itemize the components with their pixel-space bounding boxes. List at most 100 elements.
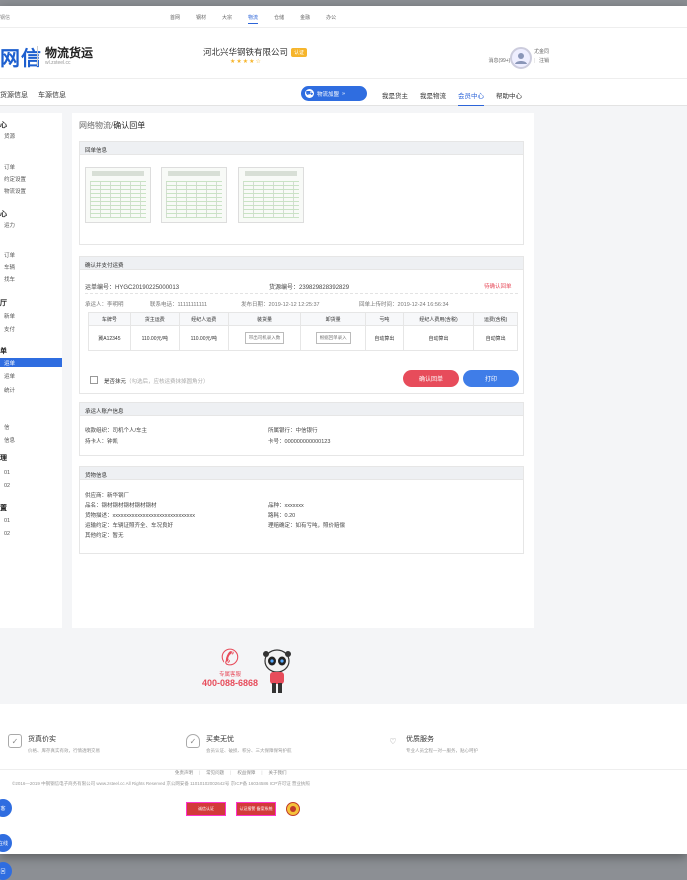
footer-links: 免责声明 | 常见问题 | 权益保障 | 关于我们 — [175, 770, 287, 776]
truck-icon: ⛟ — [305, 89, 314, 98]
sidebar-heading: 心 — [0, 211, 7, 218]
nav-member-center[interactable]: 会员中心 — [458, 90, 484, 106]
waybill-number: 运单编号：HYGC20190225000013 — [85, 282, 179, 291]
table-cell: 带出司机录入数 — [227, 325, 302, 351]
top-nav-item[interactable]: 钢材 — [196, 14, 206, 24]
sidebar-item[interactable]: 货源 — [4, 132, 15, 140]
sidebar-item[interactable]: 信息 — [4, 436, 15, 444]
column-header: 货主运费 — [129, 312, 180, 326]
company-name-text: 河北兴华钢铁有限公司 — [203, 47, 289, 57]
header: 网信 物流货运 wl.zsteel.cc 河北兴华钢铁有限公司 认证 ★★★★☆… — [0, 28, 687, 78]
sidebar-item[interactable]: 订单 — [4, 163, 15, 171]
waybill-label: 运单编号： — [85, 285, 116, 291]
payment-panel: 确认并支付运费 运单编号：HYGC20190225000013 货源编号：239… — [79, 256, 524, 394]
column-header: 装货量 — [227, 312, 302, 326]
round-off-hint: （勾选后，应核运费抹掉圆角分） — [126, 379, 209, 385]
nav-cargo-info[interactable]: 货源信息 — [0, 90, 28, 100]
sidebar-item[interactable]: 01 — [4, 518, 10, 524]
sidebar-item[interactable]: 02 — [4, 483, 10, 489]
round-off-checkbox[interactable] — [90, 376, 98, 384]
transport-terms: 运输约定：车辆证照齐全、车况良好 — [85, 523, 174, 529]
verified-badge: 认证 — [291, 47, 308, 57]
brand-domain: wl.zsteel.cc — [45, 60, 71, 66]
payment-panel-title: 确认并支付运费 — [80, 257, 523, 270]
feature-desc: 价格、库存真实有效，行情透明交易 — [28, 748, 100, 753]
cert-badge[interactable]: 认证报警 备案系统 — [236, 802, 276, 816]
cert-badge[interactable]: 诚信认证 — [186, 802, 226, 816]
receipt-thumbnail[interactable] — [238, 167, 304, 223]
features-bar: ✓ 货真价实 价格、库存真实有效，行情透明交易 ✓ 买卖无忧 会员认证、破损、积分、… — [0, 704, 687, 769]
rating-stars: ★★★★☆ — [230, 59, 262, 65]
card-number: 卡号：000000000000123 — [268, 439, 331, 445]
sidebar-heading: 厅 — [0, 300, 7, 307]
sidebar-item[interactable]: 新单 — [4, 312, 15, 320]
back-float-button[interactable]: 回 — [0, 862, 12, 880]
variety: 品种：xxxxxxx — [268, 503, 304, 509]
load-amount-input[interactable]: 带出司机录入数 — [244, 332, 285, 344]
hotline[interactable]: ✆ 专属客服 400-088-6868 — [200, 646, 260, 689]
company-name: 河北兴华钢铁有限公司 认证 — [203, 46, 308, 58]
top-nav-item[interactable]: 大宗 — [222, 14, 232, 24]
table-cell: 自动算出 — [364, 325, 404, 351]
site-logo[interactable]: 网信 — [0, 42, 42, 71]
waybill-value: HYGC20190225000013 — [115, 285, 180, 291]
column-header: 亏吨 — [364, 312, 404, 326]
main-nav: 货源信息 车源信息 ⛟ 物流加盟 » 我是货主 我是物流 会员中心 帮助中心 — [0, 78, 687, 106]
user-avatar-icon — [515, 53, 527, 64]
footer-link[interactable]: 免责声明 — [175, 770, 193, 776]
top-nav-item[interactable]: 首网 — [170, 14, 180, 24]
table-cell: 根据回单录入 — [300, 325, 366, 351]
sidebar-item[interactable]: 01 — [4, 470, 10, 476]
table-cell: 110.00元/吨 — [129, 325, 180, 351]
sidebar-item[interactable]: 信 — [4, 423, 10, 431]
nav-logistics[interactable]: 我是物流 — [420, 90, 446, 106]
sidebar-item[interactable]: 02 — [4, 531, 10, 537]
sidebar-item[interactable]: 订单 — [4, 251, 15, 259]
top-nav-item[interactable]: 办公 — [326, 14, 336, 24]
sidebar-item[interactable]: 统计 — [4, 386, 15, 394]
sidebar-item[interactable]: 约定设置 — [4, 175, 26, 183]
sidebar-item[interactable]: 运单 — [4, 372, 15, 380]
sidebar-item[interactable]: 车辆 — [4, 263, 15, 271]
top-nav-item[interactable]: 仓储 — [274, 14, 284, 24]
sidebar-item-active[interactable]: 运单 — [0, 358, 62, 367]
payee-org: 收款组织：司机个人/车主 — [85, 428, 148, 434]
sidebar-heading: 置 — [0, 505, 7, 512]
police-emblem-icon[interactable] — [286, 802, 300, 816]
goods-desc: 货物描述：xxxxxxxxxxxxxxxxxxxxxxxxxxxxxx — [85, 513, 196, 519]
footer-link[interactable]: 关于我们 — [269, 770, 287, 776]
top-nav-item-active[interactable]: 物流 — [248, 14, 259, 24]
confirm-receipt-button[interactable]: 确认回单 — [403, 370, 459, 387]
receipt-thumbnail[interactable] — [161, 167, 227, 223]
account-panel-title: 承运人账户信息 — [80, 403, 523, 416]
goods-panel: 货物信息 供应商：新华钢厂 品名：钢材钢材钢材钢材钢材 货物描述：xxxxxxx… — [79, 466, 524, 554]
footer-link[interactable]: 权益保障 — [237, 770, 255, 776]
sidebar-item[interactable]: 运力 — [4, 221, 15, 229]
logistics-join-label: 物流加盟 — [317, 91, 340, 98]
logistics-join-button[interactable]: ⛟ 物流加盟 » — [301, 86, 367, 101]
avatar[interactable] — [510, 47, 532, 69]
print-button[interactable]: 打印 — [463, 370, 519, 387]
shield-check-icon: ✓ — [186, 734, 200, 748]
carrier-info: 承运人：李明明 — [85, 302, 124, 308]
top-nav-item[interactable]: 金融 — [300, 14, 310, 24]
sidebar-item[interactable]: 物流设置 — [4, 187, 26, 195]
table-cell: 冀A12345 — [88, 325, 131, 351]
logout-link[interactable]: 注销 — [539, 57, 549, 66]
sidebar-item[interactable]: 找车 — [4, 275, 15, 283]
nav-shipper[interactable]: 我是货主 — [382, 90, 408, 106]
feature-desc: 专业人员全程一对一服务，贴心呵护 — [406, 748, 478, 753]
feature-title: 买卖无忧 — [206, 736, 234, 743]
receipt-thumbnail[interactable] — [85, 167, 151, 223]
nav-vehicle-info[interactable]: 车源信息 — [38, 90, 66, 100]
top-bar: 钢信 首网 钢材 大宗 物流 仓储 金融 办公 — [0, 6, 687, 28]
breadcrumb-parent[interactable]: 网络物流/ — [79, 121, 113, 130]
messages-link[interactable]: 消息(99+) — [489, 57, 511, 66]
unload-amount-input[interactable]: 根据回单录入 — [315, 332, 351, 344]
chevron-right-icon: » — [342, 90, 346, 97]
sidebar-item[interactable]: 支付 — [4, 325, 15, 333]
other-terms: 其他约定：暂无 — [85, 533, 124, 539]
nav-help-center[interactable]: 帮助中心 — [496, 90, 522, 106]
table-cell: 自动算出 — [402, 325, 475, 351]
footer-link[interactable]: 常见问题 — [206, 770, 224, 776]
